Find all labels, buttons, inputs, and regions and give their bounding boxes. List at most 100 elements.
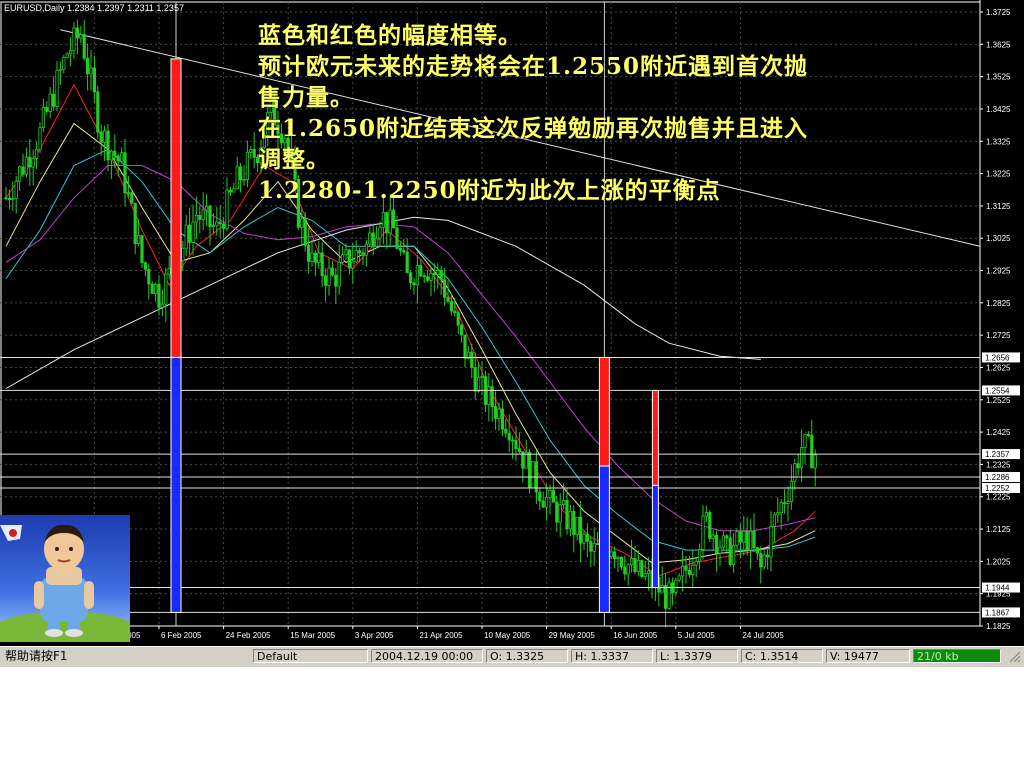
candle-body [415,265,420,286]
cartoon-avatar-image [0,515,130,642]
candle-body [487,386,491,405]
candle-body [633,558,637,572]
candle-body [626,564,630,575]
candle-body [562,500,566,505]
status-traffic[interactable]: 21/0 kb [913,649,1001,663]
candle-body [582,533,586,544]
candle-body [531,461,535,489]
candle-body [412,282,416,286]
moving-average-line [5,165,816,532]
candle-body [86,57,90,75]
candle-body [528,452,532,489]
candle-body [347,249,352,269]
candle-body [691,564,695,575]
price-tick-label: 1.3425 [986,105,1011,114]
candle-body [738,531,743,543]
candle-body [296,178,301,228]
candle-body [320,252,324,277]
candle-body [538,491,542,502]
candle-body [354,250,358,263]
candle-body [45,106,49,112]
candle-body [568,510,573,530]
candle-body [313,252,318,263]
candle-body [75,27,79,39]
trend-line [60,29,981,247]
candle-body [28,156,32,168]
candle-body [150,283,154,294]
candle-body [687,569,692,575]
status-close: C: 1.3514 [741,649,823,663]
price-tick-label: 1.3725 [986,8,1011,17]
candle-body [745,530,749,551]
candle-body [113,150,117,157]
level-label: 1.2357 [985,450,1010,459]
price-tick-label: 1.3625 [986,40,1011,49]
candle-body [497,408,501,419]
candle-body [667,582,671,609]
candle-body [436,269,440,275]
candle-body [52,93,56,107]
candle-body [619,556,624,568]
candle-body [330,267,335,276]
candle-body [245,151,249,180]
time-tick-label: 29 May 2005 [549,631,596,640]
candle-body [191,221,195,243]
candle-body [776,512,780,516]
candle-body [660,585,664,593]
candle-body [524,452,528,469]
price-tick-label: 1.3025 [986,234,1011,243]
candle-body [419,265,423,277]
candle-body [238,166,243,181]
time-tick-label: 3 Apr 2005 [355,631,394,640]
candle-body [130,192,134,204]
candle-body [616,556,620,560]
axis-background [981,0,1024,646]
candle-body [677,575,681,581]
candle-body [106,130,110,161]
candle-body [293,160,297,180]
price-tick-label: 1.2425 [986,428,1011,437]
candle-body [69,49,73,55]
candle-body [766,554,770,558]
candle-body [181,247,185,262]
candle-body [187,224,192,243]
candle-body [398,247,403,251]
candle-body [204,205,209,211]
candle-body [143,262,147,270]
candle-body [211,225,215,228]
candle-body [225,189,229,229]
chart-area[interactable]: 1.3725 1.3625 1.3525 1.3425 1.3325 1.3225 1.31… [0,0,1024,646]
candle-body [31,157,35,168]
resize-grip-icon[interactable] [1004,649,1022,663]
candle-body [725,535,729,539]
candle-body [402,249,406,253]
status-time: 2004.12.19 00:00 [371,649,483,663]
candle-body [579,516,583,544]
price-axis: 1.3725 1.3625 1.3525 1.3425 1.3325 1.3225 1.31… [979,0,1024,646]
candle-body [99,131,103,143]
candle-body [4,197,8,200]
candle-body [422,275,426,278]
candle-body [681,565,685,577]
candle-body [306,245,311,262]
candle-body [7,197,11,201]
candle-body [715,534,719,554]
level-label: 1.2252 [985,484,1010,493]
candle-body [732,544,736,565]
candle-body [405,251,409,274]
candle-body [510,439,515,442]
candle-body [249,149,253,153]
candle-body [255,157,260,164]
status-profile[interactable]: Default [253,649,368,663]
level-label: 1.1867 [985,608,1010,617]
candle-body [500,408,505,430]
candle-body [449,301,454,312]
price-chart[interactable]: 1.3725 1.3625 1.3525 1.3425 1.3325 1.3225 1.31… [0,0,1024,646]
status-help-text: 帮助请按F1 [5,649,68,663]
candle-body [48,93,52,112]
candle-body [735,531,739,546]
candle-body [120,152,124,162]
candle-body [456,312,460,326]
candle-body [514,439,518,449]
candle-body [728,537,732,565]
